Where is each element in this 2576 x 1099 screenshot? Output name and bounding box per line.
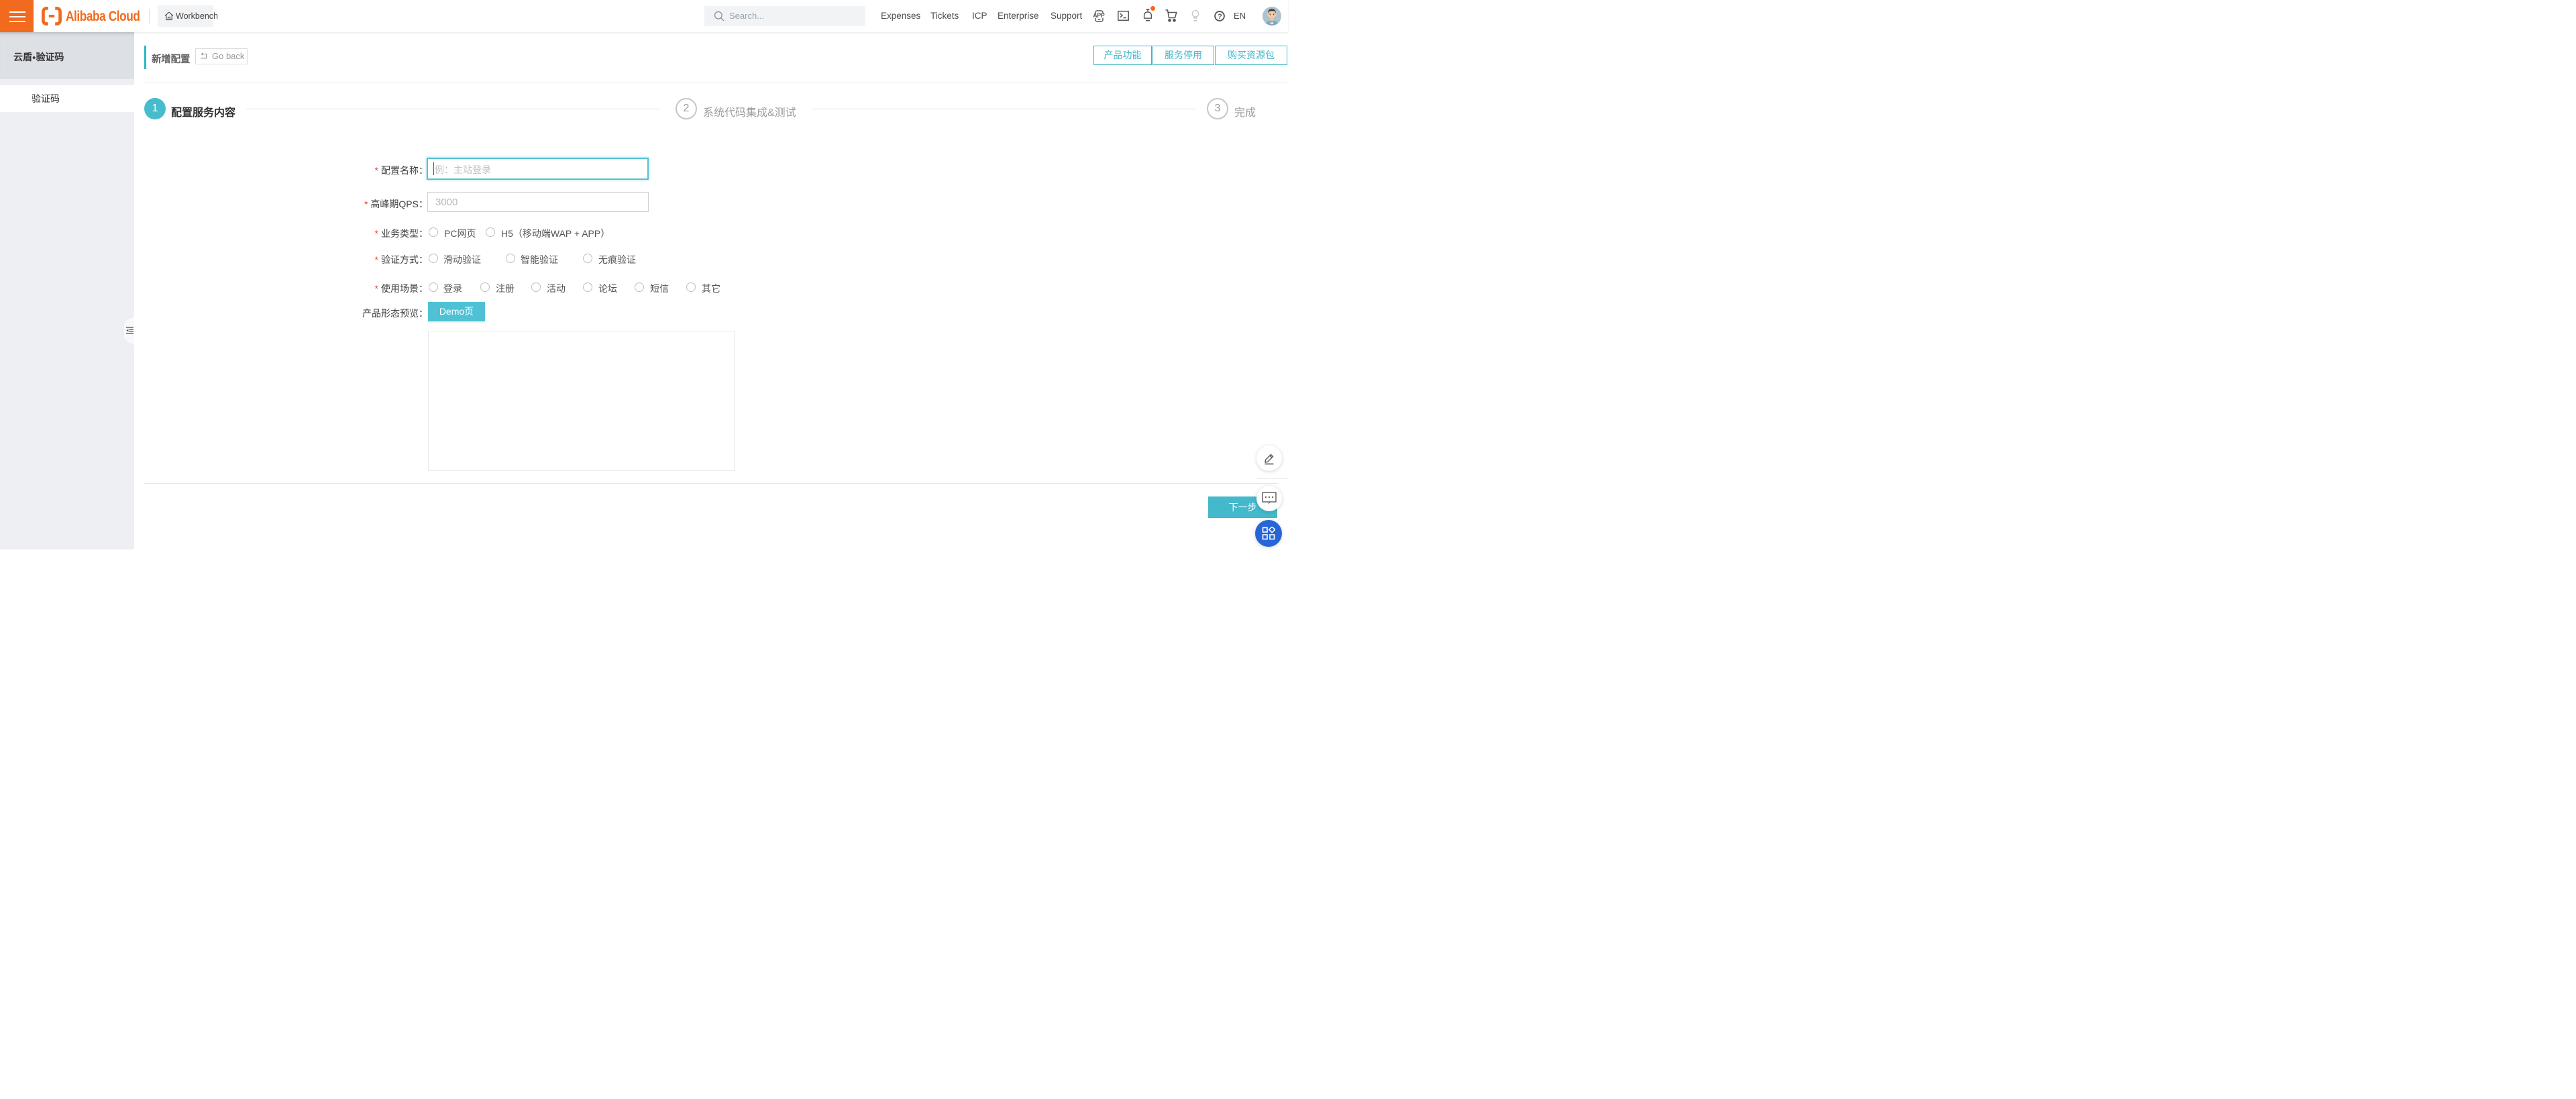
svg-text:APP: APP <box>1093 12 1105 19</box>
svg-text:?: ? <box>1218 13 1222 21</box>
